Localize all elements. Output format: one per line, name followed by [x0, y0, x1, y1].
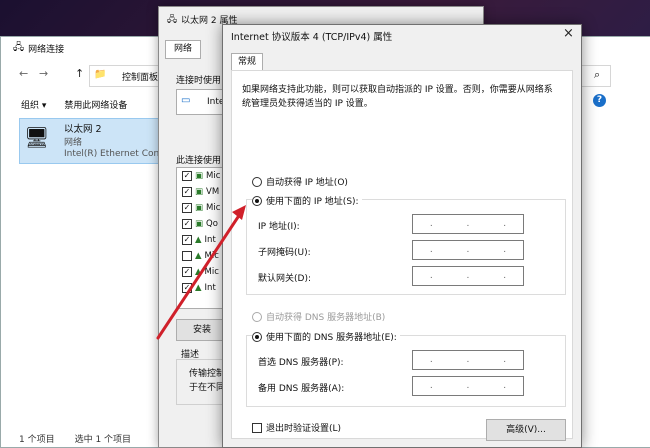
adapter-icon: 🖥 [24, 125, 50, 149]
connect-using-label: 连接时使用: [176, 76, 225, 86]
dialog-description: 如果网络支持此功能，则可以获取自动指派的 IP 设置。否则，你需要从网络系统管理… [242, 85, 553, 109]
list-item-label: Mic [206, 203, 221, 213]
list-item[interactable]: ✓ ▲ Int [177, 232, 227, 248]
component-list: ✓ ▣ Mic ✓ ▣ VM ✓ ▣ Mic ✓ ▣ Qo ✓ ▲ Int ▲ Mic ✓ ▲ Mic ✓… [176, 167, 228, 309]
network-component-icon: ▣ [195, 187, 204, 197]
tab-network[interactable]: 网络 [165, 40, 201, 59]
list-item[interactable]: ✓ ▲ Mic [177, 264, 227, 280]
organize-menu[interactable]: 组织 ▾ [21, 98, 46, 111]
auto-dns-label: 自动获得 DNS 服务器地址(B) [266, 313, 386, 323]
preferred-dns-label: 首选 DNS 服务器(P): [258, 358, 344, 368]
adapter-device: Intel(R) Ethernet Conn [64, 149, 165, 159]
manual-ip-label: 使用下面的 IP 地址(S): [266, 197, 359, 207]
adapter-status: 网络 [64, 138, 83, 148]
close-icon[interactable]: × [563, 26, 574, 41]
network-component-icon: ▣ [195, 219, 204, 229]
item-count: 1 个项目 [19, 434, 55, 445]
auto-ip-radio[interactable]: 自动获得 IP 地址(O) [252, 175, 348, 188]
search-icon[interactable]: ⌕ [594, 68, 600, 82]
validate-checkbox[interactable]: 退出时验证设置(L) [252, 421, 341, 434]
validate-label: 退出时验证设置(L) [266, 424, 342, 434]
description-line-1: 传输控制 [189, 369, 226, 379]
radio-circle [252, 311, 262, 322]
protocol-icon: ▲ [195, 283, 202, 293]
gateway-label: 默认网关(D): [258, 274, 311, 284]
checkbox[interactable]: ✓ [182, 171, 192, 181]
checkbox[interactable]: ✓ [182, 219, 192, 229]
gateway-input[interactable]: ... [412, 266, 524, 286]
radio-circle [252, 331, 262, 342]
checkbox[interactable]: ✓ [182, 267, 192, 277]
properties-icon: 🖧 [167, 15, 178, 25]
up-button[interactable]: ↑ [75, 67, 84, 80]
list-item-label: VM [206, 187, 220, 197]
description-box: 传输控制 于在不同 [176, 359, 228, 405]
alternate-dns-label: 备用 DNS 服务器(A): [258, 384, 345, 394]
network-icon: 🖧 [13, 41, 25, 53]
checkbox[interactable]: ✓ [182, 187, 192, 197]
forward-button[interactable]: → [39, 67, 48, 80]
advanced-button-label: 高级(V)... [506, 425, 546, 435]
manual-ip-radio[interactable]: 使用下面的 IP 地址(S): [252, 194, 362, 207]
install-button-label: 安装 [192, 325, 211, 335]
auto-ip-label: 自动获得 IP 地址(O) [266, 178, 348, 188]
protocol-icon: ▲ [195, 251, 202, 261]
subnet-mask-label: 子网掩码(U): [258, 248, 311, 258]
list-item[interactable]: ✓ ▲ Int [177, 280, 227, 296]
address-text: 控制面板 [122, 73, 159, 83]
subnet-mask-input[interactable]: ... [412, 240, 524, 260]
network-component-icon: ▣ [195, 203, 204, 213]
radio-circle [252, 176, 262, 187]
dns-settings-group [246, 335, 566, 407]
preferred-dns-input[interactable]: ... [412, 350, 524, 370]
protocol-icon: ▲ [195, 235, 202, 245]
list-item[interactable]: ✓ ▣ VM [177, 184, 227, 200]
ip-address-input[interactable]: ... [412, 214, 524, 234]
adapter-name: 以太网 2 [64, 124, 102, 135]
install-button[interactable]: 安装 [176, 319, 228, 341]
disable-device-button[interactable]: 禁用此网络设备 [64, 98, 127, 111]
ip-address-label: IP 地址(I): [258, 222, 300, 232]
network-component-icon: ▣ [195, 171, 204, 181]
checkbox[interactable]: ✓ [182, 203, 192, 213]
list-item[interactable]: ▲ Mic [177, 248, 227, 264]
description-line-2: 于在不同 [189, 383, 226, 393]
tab-general[interactable]: 常规 [231, 53, 263, 71]
list-item-label: Mic [206, 171, 221, 181]
alternate-dns-input[interactable]: ... [412, 376, 524, 396]
list-item-label: Mic [204, 267, 219, 277]
list-item[interactable]: ✓ ▣ Mic [177, 168, 227, 184]
manual-dns-label: 使用下面的 DNS 服务器地址(E): [266, 333, 397, 343]
general-panel: 如果网络支持此功能，则可以获取自动指派的 IP 设置。否则，你需要从网络系统管理… [231, 70, 573, 441]
list-item[interactable]: ✓ ▣ Mic [177, 200, 227, 216]
ipv4-properties-dialog: Internet 协议版本 4 (TCP/IPv4) 属性 × 常规 如果网络支… [222, 24, 582, 448]
auto-dns-radio[interactable]: 自动获得 DNS 服务器地址(B) [252, 310, 385, 323]
tab-network-label: 网络 [173, 44, 192, 54]
protocol-icon: ▲ [195, 267, 202, 277]
tab-general-label: 常规 [237, 57, 256, 67]
list-item-label: Qo [206, 219, 218, 229]
checkbox[interactable] [252, 422, 262, 433]
manual-dns-radio[interactable]: 使用下面的 DNS 服务器地址(E): [252, 330, 400, 343]
uses-items-label: 此连接使用 [176, 156, 222, 166]
folder-icon: 📁 [94, 69, 107, 80]
help-icon[interactable]: ? [593, 94, 606, 107]
list-item-label: Int [204, 283, 216, 293]
checkbox[interactable] [182, 251, 192, 261]
selected-count: 选中 1 个项目 [74, 434, 132, 445]
checkbox[interactable]: ✓ [182, 235, 192, 245]
dialog-title: Internet 协议版本 4 (TCP/IPv4) 属性 [231, 32, 393, 43]
list-item-label: Mic [204, 251, 219, 261]
advanced-button[interactable]: 高级(V)... [486, 419, 566, 441]
adapter-small-icon: ▭ [181, 95, 191, 106]
radio-circle [252, 195, 262, 206]
list-item-label: Int [204, 235, 216, 245]
list-item[interactable]: ✓ ▣ Qo [177, 216, 227, 232]
window-title: 网络连接 [28, 44, 65, 55]
back-button[interactable]: ← [19, 67, 28, 80]
checkbox[interactable]: ✓ [182, 283, 192, 293]
